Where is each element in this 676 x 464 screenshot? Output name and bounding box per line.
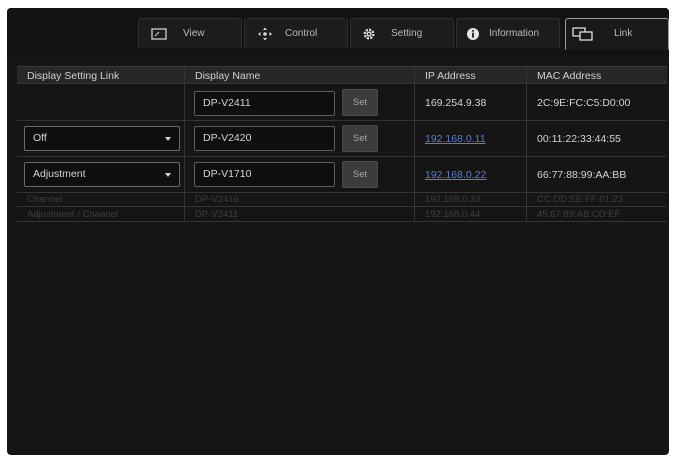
mac-address: 00:11:22:33:44:55 <box>537 133 621 145</box>
table-row: Channel DP-V2416 192.168.0.33 CC:DD:EE:F… <box>17 193 667 207</box>
display-name-field[interactable]: DP-V1710 <box>194 162 335 187</box>
table-header: Display Setting Link Display Name IP Add… <box>17 67 667 84</box>
ip-address-link[interactable]: 192.168.0.22 <box>425 169 486 181</box>
move-icon <box>257 27 273 41</box>
link-table: Display Setting Link Display Name IP Add… <box>17 66 667 222</box>
display-setting-link-value: Channel <box>27 194 63 205</box>
tab-view[interactable]: View <box>138 18 242 48</box>
tab-bar: View Control Setting Information Link <box>7 8 669 56</box>
header-mac-address: MAC Address <box>537 70 602 82</box>
select-value: Adjustment <box>33 168 86 180</box>
ip-address: 192.168.0.44 <box>425 209 481 220</box>
link-settings-panel: View Control Setting Information Link Di… <box>7 8 669 455</box>
table-row: Adjustment DP-V1710 Set 192.168.0.22 66:… <box>17 157 667 193</box>
set-button[interactable]: Set <box>342 161 378 188</box>
display-name-field[interactable]: DP-V2420 <box>194 126 335 151</box>
table-row: Off DP-V2420 Set 192.168.0.11 00:11:22:3… <box>17 121 667 157</box>
select-value: Off <box>33 132 47 144</box>
set-button[interactable]: Set <box>342 125 378 152</box>
tab-information-label: Information <box>489 28 540 39</box>
tab-control[interactable]: Control <box>244 18 348 48</box>
chevron-down-icon <box>165 137 171 141</box>
header-display-name: Display Name <box>195 70 261 82</box>
tab-setting-label: Setting <box>391 28 423 39</box>
tab-view-label: View <box>183 28 205 39</box>
display-setting-link-select[interactable]: Off <box>24 126 180 151</box>
ip-address-link[interactable]: 192.168.0.11 <box>425 133 486 145</box>
header-ip-address: IP Address <box>425 70 476 82</box>
display-name-field[interactable]: DP-V2411 <box>194 91 335 116</box>
link-displays-icon <box>572 27 594 41</box>
ip-address: 169.254.9.38 <box>425 97 487 109</box>
info-icon <box>465 27 481 41</box>
table-row: DP-V2411 Set 169.254.9.38 2C:9E:FC:C5:D0… <box>17 84 667 121</box>
display-setting-link-value: Adjustment / Channel <box>27 209 118 220</box>
display-setting-link-cell <box>17 84 185 120</box>
gear-icon <box>361 27 377 41</box>
set-button[interactable]: Set <box>342 89 378 116</box>
display-name: DP-V2411 <box>195 209 239 220</box>
tab-control-label: Control <box>285 28 318 39</box>
mac-address: 2C:9E:FC:C5:D0:00 <box>537 97 631 109</box>
table-row: Adjustment / Channel DP-V2411 192.168.0.… <box>17 207 667 222</box>
tab-information[interactable]: Information <box>456 18 560 48</box>
view-icon <box>151 27 167 41</box>
display-setting-link-select[interactable]: Adjustment <box>24 162 180 187</box>
chevron-down-icon <box>165 173 171 177</box>
tab-link[interactable]: Link <box>565 18 669 50</box>
mac-address: 66:77:88:99:AA:BB <box>537 169 627 181</box>
mac-address: 45:67:89:AB:CD:EF <box>537 209 621 220</box>
tab-setting[interactable]: Setting <box>350 18 454 48</box>
header-display-setting-link: Display Setting Link <box>27 70 120 82</box>
ip-address: 192.168.0.33 <box>425 194 481 205</box>
display-name: DP-V2416 <box>195 194 239 205</box>
mac-address: CC:DD:EE:FF:01:23 <box>537 194 624 205</box>
tab-link-label: Link <box>614 28 633 39</box>
